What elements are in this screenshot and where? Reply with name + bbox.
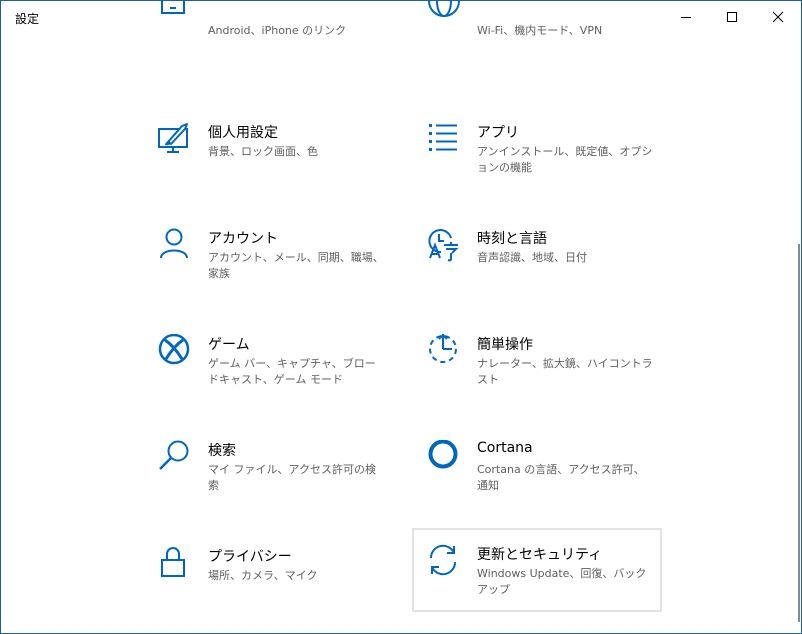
tile-desc: ナレーター、拡大鏡、ハイコントラスト xyxy=(477,357,653,386)
close-icon xyxy=(772,11,784,23)
tile-ease-of-access[interactable]: 簡単操作 ナレーター、拡大鏡、ハイコントラスト xyxy=(425,332,675,416)
globe-icon xyxy=(427,1,461,35)
ease-of-access-icon xyxy=(427,334,461,368)
tile-accounts[interactable]: アカウント アカウント、メール、同期、職場、家族 xyxy=(156,226,406,310)
time-language-icon xyxy=(427,228,461,262)
xbox-icon xyxy=(158,334,192,368)
tile-label: Cortana xyxy=(477,440,533,456)
tile-desc: Windows Update、回復、バックアップ xyxy=(477,567,647,596)
phone-icon xyxy=(158,1,192,35)
tile-label: プライバシー xyxy=(208,549,292,565)
tile-phone[interactable]: Android、iPhone のリンク xyxy=(156,1,406,83)
tile-label: アプリ xyxy=(477,125,519,141)
tile-label: 個人用設定 xyxy=(208,125,278,141)
tile-label: 簡単操作 xyxy=(477,337,533,353)
tile-desc: アカウント、メール、同期、職場、家族 xyxy=(208,251,384,280)
tile-network[interactable]: Wi-Fi、機内モード、VPN xyxy=(425,1,675,83)
maximize-button[interactable] xyxy=(709,1,755,33)
person-icon xyxy=(158,228,192,262)
tile-desc: 場所、カメラ、マイク xyxy=(208,569,318,582)
settings-window: 設定 Android、iPhone のリンク Wi-Fi、機内モード、VPN 個… xyxy=(0,0,802,634)
tile-desc: 音声認識、地域、日付 xyxy=(477,251,587,264)
tile-desc: ゲーム バー、キャプチャ、ブロードキャスト、ゲーム モード xyxy=(208,357,376,386)
tile-label: 時刻と言語 xyxy=(477,231,547,247)
tile-desc: マイ ファイル、アクセス許可の検索 xyxy=(208,463,376,492)
tile-label: アカウント xyxy=(208,231,278,247)
sync-icon xyxy=(427,544,461,578)
lock-icon xyxy=(158,546,192,580)
tile-update-security[interactable]: 更新とセキュリティ Windows Update、回復、バックアップ xyxy=(412,528,662,612)
tile-label: 検索 xyxy=(208,443,236,459)
close-button[interactable] xyxy=(755,1,801,33)
tile-label: ゲーム xyxy=(208,337,250,353)
maximize-icon xyxy=(727,12,737,22)
tile-personalization[interactable]: 個人用設定 背景、ロック画面、色 xyxy=(156,120,406,204)
tile-apps[interactable]: アプリ アンインストール、既定値、オプションの機能 xyxy=(425,120,675,204)
tile-label: 更新とセキュリティ xyxy=(477,547,603,563)
tile-time-language[interactable]: 時刻と言語 音声認識、地域、日付 xyxy=(425,226,675,310)
window-title: 設定 xyxy=(15,12,40,26)
tile-search[interactable]: 検索 マイ ファイル、アクセス許可の検索 xyxy=(156,438,406,522)
tile-privacy[interactable]: プライバシー 場所、カメラ、マイク xyxy=(156,544,406,628)
tile-gaming[interactable]: ゲーム ゲーム バー、キャプチャ、ブロードキャスト、ゲーム モード xyxy=(156,332,406,416)
personalization-icon xyxy=(158,122,192,156)
apps-list-icon xyxy=(427,122,461,156)
cortana-icon xyxy=(427,440,461,474)
tile-desc: 背景、ロック画面、色 xyxy=(208,145,318,158)
tile-cortana[interactable]: Cortana Cortana の言語、アクセス許可、通知 xyxy=(425,438,675,522)
tile-desc: Android、iPhone のリンク xyxy=(208,24,347,37)
tile-desc: アンインストール、既定値、オプションの機能 xyxy=(477,145,653,174)
scrollbar-thumb[interactable] xyxy=(798,244,800,622)
tile-desc: Cortana の言語、アクセス許可、通知 xyxy=(477,463,645,492)
tile-desc: Wi-Fi、機内モード、VPN xyxy=(477,24,603,37)
search-icon xyxy=(158,440,192,474)
minimize-icon xyxy=(681,17,691,18)
